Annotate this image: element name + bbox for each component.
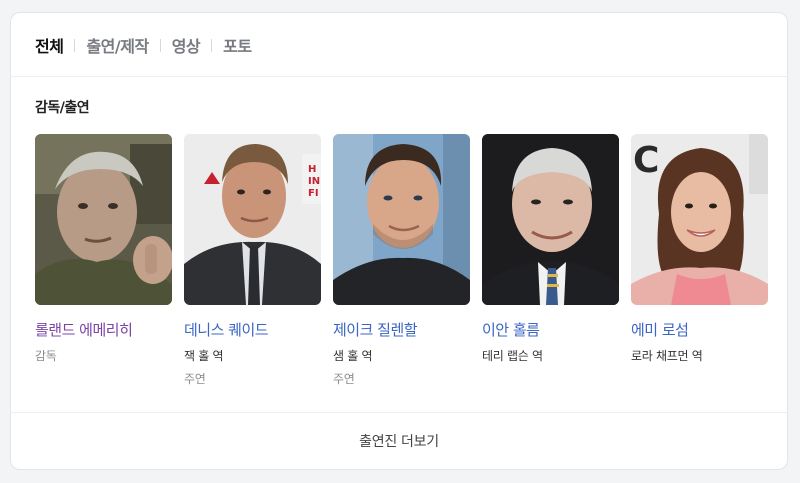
person-name[interactable]: 이안 홀름 [482, 319, 620, 340]
cast-card: 전체 출연/제작 영상 포토 감독/출연 롤랜드 에메리히 감독 H IN FI… [10, 12, 788, 470]
tab-bar: 전체 출연/제작 영상 포토 [35, 33, 252, 57]
tab-videos[interactable]: 영상 [172, 33, 201, 57]
people-list: 롤랜드 에메리히 감독 H IN FI 데니스 퀘이드 잭 홀 역 주연 제이크… [35, 134, 780, 387]
svg-text:H: H [308, 164, 316, 175]
person-role: 샘 홀 역 [333, 349, 373, 363]
person-photo[interactable]: C [631, 134, 768, 305]
person-photo[interactable] [482, 134, 619, 305]
person-card[interactable]: 제이크 질렌할 샘 홀 역 주연 [333, 134, 471, 387]
person-card[interactable]: C 에미 로섬 로라 채프먼 역 [631, 134, 769, 387]
show-more-cast-button[interactable]: 출연진 더보기 [11, 413, 787, 469]
svg-text:IN: IN [308, 176, 320, 187]
person-photo[interactable] [35, 134, 172, 305]
tab-divider [159, 38, 161, 52]
svg-text:C: C [633, 140, 659, 181]
section-title: 감독/출연 [35, 100, 90, 116]
header-divider [11, 76, 787, 77]
person-name[interactable]: 롤랜드 에메리히 [35, 319, 173, 340]
person-card[interactable]: 이안 홀름 테리 랩슨 역 [482, 134, 620, 387]
person-name[interactable]: 제이크 질렌할 [333, 319, 471, 340]
person-photo[interactable]: H IN FI [184, 134, 321, 305]
person-role: 테리 랩슨 역 [482, 349, 543, 363]
person-billing: 주연 [333, 372, 355, 386]
tab-divider [74, 38, 76, 52]
person-role: 로라 채프먼 역 [631, 349, 703, 363]
svg-text:FI: FI [308, 188, 319, 199]
person-name[interactable]: 에미 로섬 [631, 319, 769, 340]
tab-photos[interactable]: 포토 [223, 33, 252, 57]
tab-all[interactable]: 전체 [35, 33, 64, 57]
tab-cast-crew[interactable]: 출연/제작 [86, 33, 149, 57]
tab-divider [211, 38, 213, 52]
person-role: 감독 [35, 349, 57, 363]
person-name[interactable]: 데니스 퀘이드 [184, 319, 322, 340]
person-card[interactable]: 롤랜드 에메리히 감독 [35, 134, 173, 387]
person-billing: 주연 [184, 372, 206, 386]
person-photo[interactable] [333, 134, 470, 305]
person-card[interactable]: H IN FI 데니스 퀘이드 잭 홀 역 주연 [184, 134, 322, 387]
person-role: 잭 홀 역 [184, 349, 224, 363]
